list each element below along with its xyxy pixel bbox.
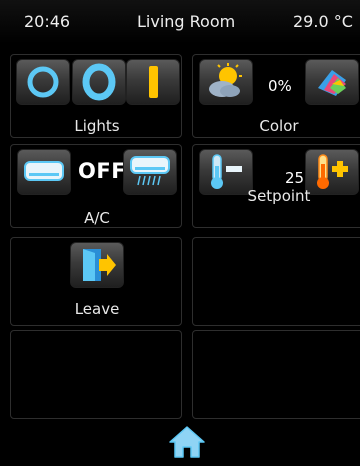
ac-unit-airflow-icon — [130, 156, 170, 186]
tile-setpoint: 25.0 Setpoint — [192, 144, 360, 228]
tile-color: 0% Color — [192, 54, 360, 138]
ac-off-button[interactable] — [17, 149, 71, 195]
tile-lights-label: Lights — [74, 117, 120, 135]
home-icon — [169, 426, 205, 458]
color-palette-icon — [318, 70, 346, 96]
status-bar: 20:46 Living Room 29.0 °C — [0, 0, 360, 44]
tile-ac: OFF A/C — [10, 144, 182, 228]
thermometer-minus-icon — [211, 154, 242, 189]
lights-off-button[interactable] — [16, 59, 70, 105]
tile-empty-3 — [192, 330, 360, 419]
tile-setpoint-label: Setpoint — [247, 187, 311, 205]
sun-cloud-icon — [209, 63, 242, 97]
temperature-readout: 29.0 °C — [293, 12, 353, 31]
color-palette-button[interactable] — [305, 59, 359, 105]
ac-on-button[interactable] — [123, 149, 177, 195]
exit-door-icon — [83, 249, 116, 281]
leave-button[interactable] — [70, 242, 124, 288]
room-title: Living Room — [137, 12, 236, 31]
tile-empty-2 — [10, 330, 182, 419]
ring-thick-icon — [82, 63, 116, 101]
color-scene-button[interactable] — [199, 59, 253, 105]
tile-empty-1 — [192, 237, 360, 326]
tile-leave-label: Leave — [74, 300, 120, 318]
tile-leave: Leave — [10, 237, 182, 326]
ac-state: OFF — [78, 159, 127, 183]
ring-thin-icon — [27, 66, 59, 98]
tile-color-label: Color — [259, 117, 299, 135]
lights-on-button[interactable] — [72, 59, 126, 105]
thermometer-plus-icon — [317, 154, 348, 189]
clock: 20:46 — [24, 12, 71, 31]
tile-ac-label: A/C — [84, 209, 110, 227]
home-button[interactable] — [168, 424, 206, 460]
color-value: 0% — [268, 77, 292, 95]
tile-lights: Lights — [10, 54, 182, 138]
ac-unit-icon — [24, 161, 64, 181]
lights-dim-button[interactable] — [126, 59, 180, 105]
bar-icon — [149, 66, 158, 98]
